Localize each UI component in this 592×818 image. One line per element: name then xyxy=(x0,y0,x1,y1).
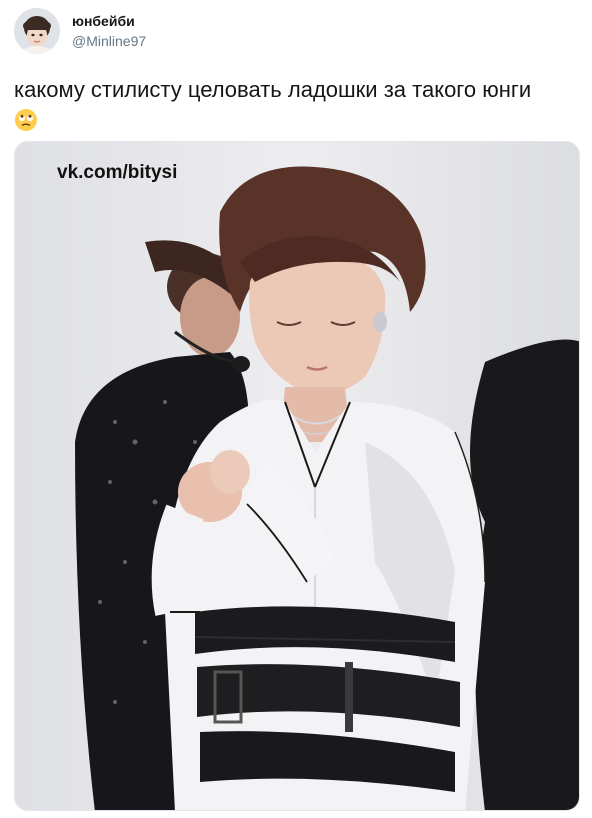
watermark-text: vk.com/bitysi xyxy=(57,162,178,183)
avatar-image xyxy=(14,8,60,54)
photo-image xyxy=(15,142,579,810)
tweet-text-container: какому стилисту целовать ладошки за тако… xyxy=(14,76,574,132)
tweet-text: какому стилисту целовать ладошки за тако… xyxy=(14,77,532,102)
tweet-media-photo[interactable]: vk.com/bitysi xyxy=(14,141,580,811)
rolling-eyes-emoji-icon xyxy=(14,108,38,132)
user-handle[interactable]: @Minline97 xyxy=(72,33,146,49)
display-name[interactable]: юнбейби xyxy=(72,13,135,29)
tweet-header: юнбейби @Minline97 xyxy=(14,8,574,56)
avatar[interactable] xyxy=(14,8,60,54)
